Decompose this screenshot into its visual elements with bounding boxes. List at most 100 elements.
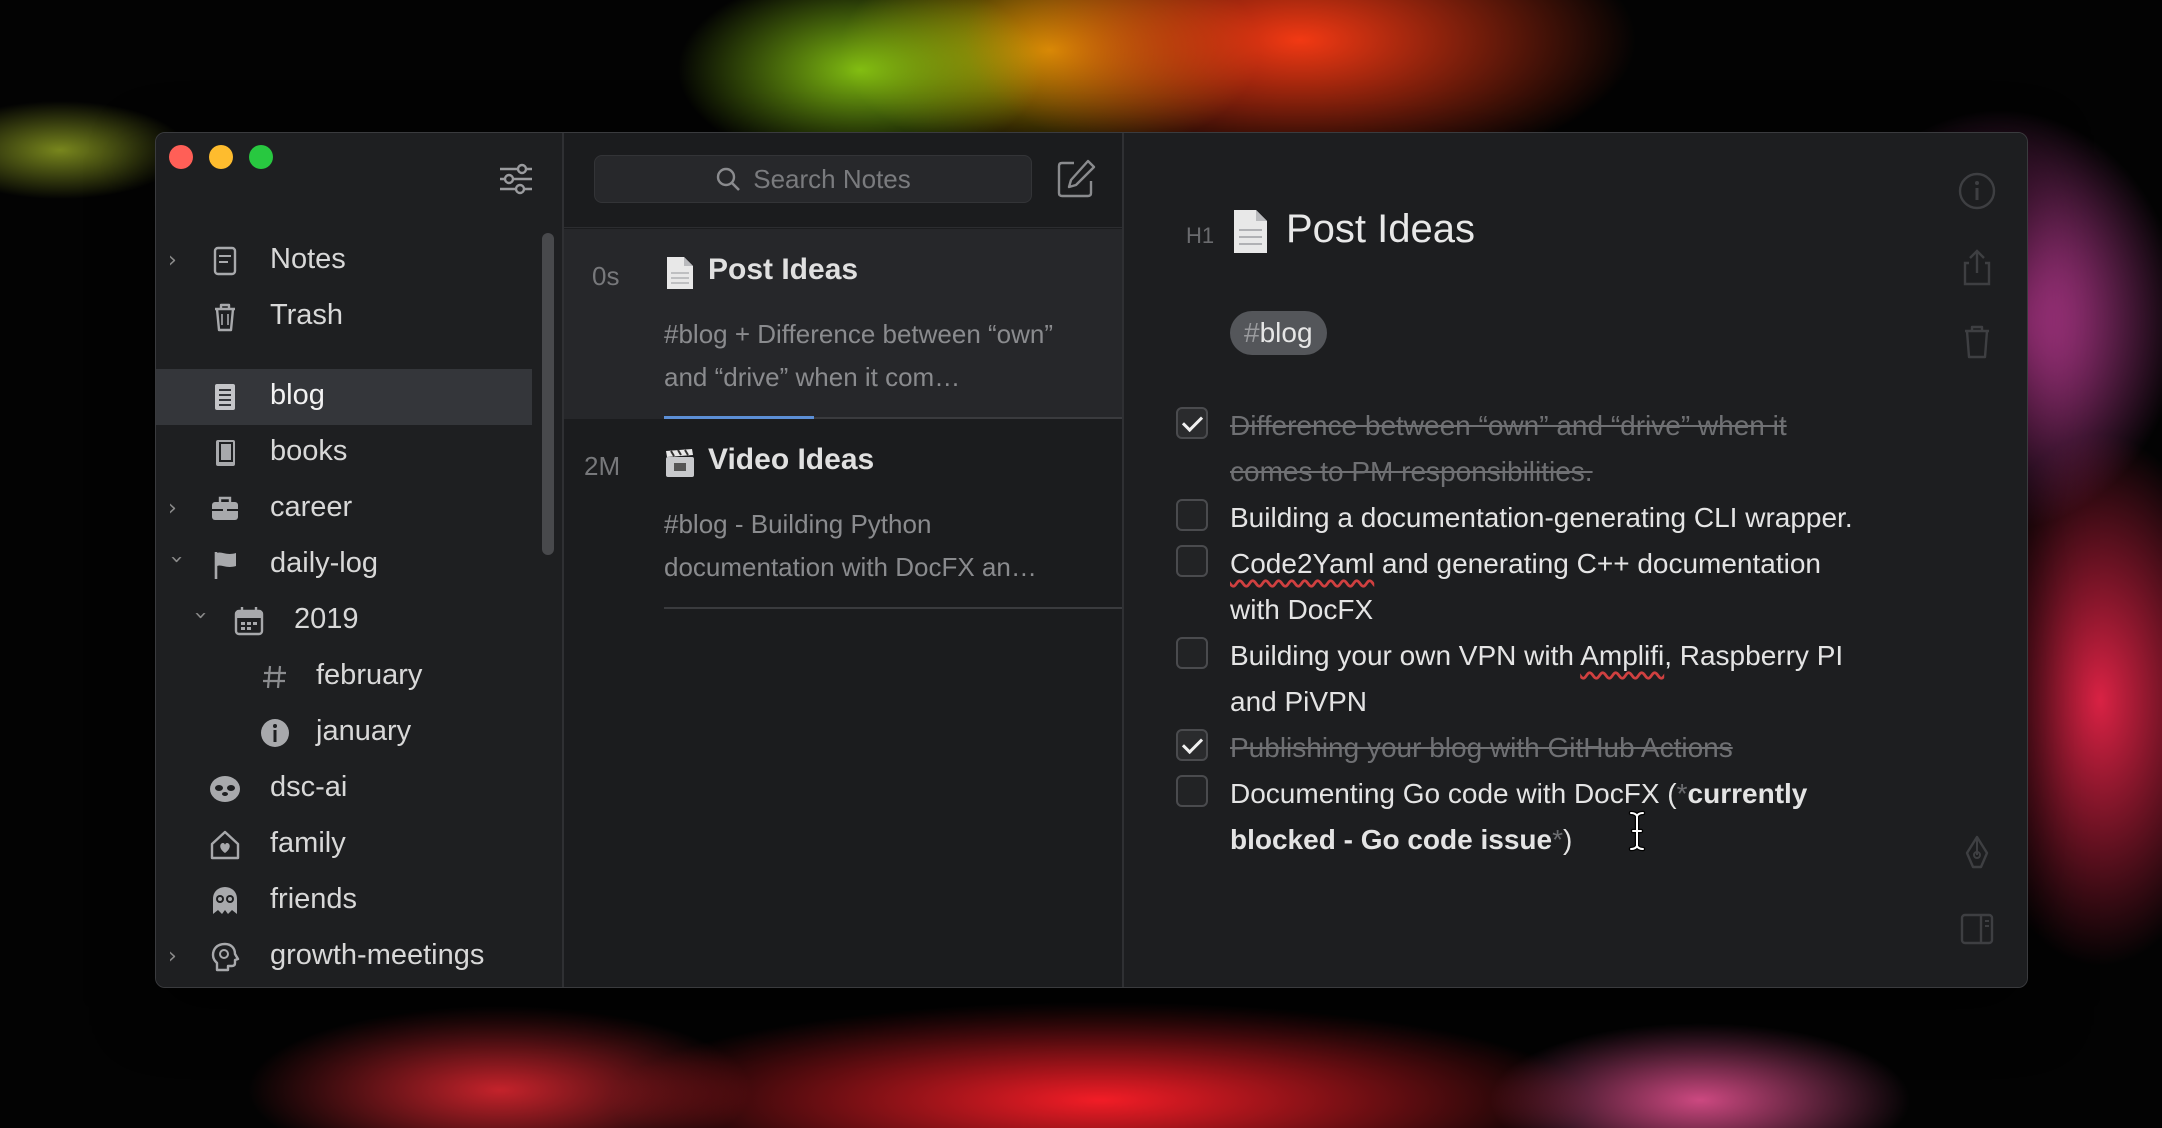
book-icon	[216, 440, 235, 466]
note-snippet: #blog - Building Python documentation wi…	[664, 509, 1037, 582]
tag-hash: #	[1244, 317, 1260, 348]
sidebar-item-label: dsc-ai	[270, 771, 348, 803]
chevron-right-icon[interactable]: ›	[168, 946, 188, 968]
share-icon[interactable]	[1957, 247, 1997, 287]
todo-text[interactable]: Building your own VPN with Amplifi, Rasp…	[1230, 633, 1870, 725]
sidebar-toggle-icon[interactable]	[1957, 909, 1997, 949]
info-icon[interactable]	[1957, 171, 1997, 211]
markdown-marker: *	[1676, 778, 1688, 809]
todo-checkbox[interactable]	[1176, 407, 1208, 439]
sidebar-item-label: friends	[270, 883, 358, 915]
misspelled-word: Code2Yaml	[1230, 548, 1375, 579]
search-placeholder: Search Notes	[753, 163, 911, 194]
sidebar-item-trash[interactable]: Trash	[156, 289, 532, 345]
todo-checkbox[interactable]	[1176, 637, 1208, 669]
note-title: Post Ideas	[708, 253, 859, 286]
note-snippet: #blog + Difference between “own” and “dr…	[664, 319, 1054, 392]
sidebar-item-blog[interactable]: blog	[156, 369, 532, 425]
sidebar-item-family[interactable]: family	[156, 817, 532, 873]
hashtag-icon	[263, 665, 286, 689]
brain-icon	[211, 942, 240, 972]
flag-icon	[214, 552, 236, 579]
todo-text[interactable]: Code2Yaml and generating C++ documentati…	[1230, 541, 1870, 633]
sidebar-item-friends[interactable]: friends	[156, 873, 532, 929]
sidebar-item-career[interactable]: › career	[156, 481, 532, 537]
note-age: 2M	[584, 451, 621, 481]
todo-text[interactable]: Publishing your blog with GitHub Actions	[1230, 725, 1910, 771]
sidebar-item-books[interactable]: books	[156, 425, 532, 481]
todo-checkbox[interactable]	[1176, 775, 1208, 807]
sidebar-item-label: 2019	[294, 603, 359, 635]
trash-icon	[215, 303, 235, 332]
todo-item: Publishing your blog with GitHub Actions	[1176, 725, 1896, 771]
note-editor[interactable]: H1 Post Ideas #blog Difference between “…	[1124, 133, 2027, 987]
chevron-down-icon[interactable]: ›	[164, 555, 189, 575]
sidebar-item-dsc-ai[interactable]: dsc-ai	[156, 761, 532, 817]
zoom-window-button[interactable]	[249, 145, 273, 169]
page-icon	[667, 257, 693, 289]
trash-icon[interactable]	[1957, 321, 1997, 361]
sidebar-item-2019[interactable]: › 2019	[156, 593, 532, 649]
todo-checkbox[interactable]	[1176, 545, 1208, 577]
sidebar-item-february[interactable]: february	[156, 649, 532, 705]
page-icon	[1234, 210, 1267, 253]
tag-name: blog	[1259, 317, 1313, 348]
list-divider	[564, 227, 1122, 228]
search-icon	[717, 167, 741, 191]
chevron-down-icon[interactable]: ›	[188, 611, 213, 631]
sidebar-item-label: Trash	[270, 299, 344, 331]
editor-toolbar	[1947, 133, 2007, 987]
sidebar-item-label: career	[270, 491, 353, 523]
bear-app-window: › Notes Trash blog books › career › dail…	[155, 132, 2028, 988]
todo-text-part: Documenting Go code with DocFX (	[1230, 778, 1677, 809]
briefcase-icon	[212, 496, 238, 520]
todo-text[interactable]: Difference between “own” and “drive” whe…	[1230, 403, 1820, 495]
misspelled-word: Amplifi	[1580, 640, 1665, 671]
sidebar-item-notes[interactable]: › Notes	[156, 233, 532, 289]
search-input[interactable]: Search Notes	[594, 155, 1032, 203]
sidebar-item-label: books	[270, 435, 348, 467]
sidebar-item-label: Notes	[270, 243, 346, 275]
sliders-icon[interactable]	[496, 159, 536, 199]
note-title: Video Ideas	[708, 443, 875, 476]
note-list-panel: Search Notes 0s Post Ideas #blog + Diffe…	[564, 133, 1124, 987]
sidebar-item-label: january	[316, 715, 412, 747]
compose-note-icon[interactable]	[1054, 157, 1098, 201]
sidebar-item-label: daily-log	[270, 547, 378, 579]
chevron-right-icon[interactable]: ›	[168, 250, 188, 272]
note-title-heading[interactable]: Post Ideas	[1286, 207, 1475, 252]
sidebar-item-label: february	[316, 659, 423, 691]
note-icon	[213, 246, 237, 276]
sidebar-item-label: blog	[270, 379, 325, 411]
pen-nib-icon[interactable]	[1957, 833, 1997, 873]
todo-checkbox[interactable]	[1176, 729, 1208, 761]
sidebar-scrollbar[interactable]	[542, 233, 554, 555]
home-heart-icon	[210, 830, 240, 860]
todo-item: Building your own VPN with Amplifi, Rasp…	[1176, 633, 1896, 725]
calendar-icon	[234, 607, 264, 636]
tag-pill-blog[interactable]: #blog	[1230, 311, 1327, 355]
sidebar-item-label: growth-meetings	[270, 939, 485, 971]
sidebar: › Notes Trash blog books › career › dail…	[156, 133, 564, 987]
todo-item: Documenting Go code with DocFX (*current…	[1176, 771, 1896, 863]
note-card-post-ideas[interactable]: 0s Post Ideas #blog + Difference between…	[564, 229, 1122, 419]
todo-item: Difference between “own” and “drive” whe…	[1176, 403, 1896, 495]
sidebar-item-january[interactable]: january	[156, 705, 532, 761]
sidebar-item-daily-log[interactable]: › daily-log	[156, 537, 532, 593]
sidebar-item-label: family	[270, 827, 346, 859]
markdown-marker: *	[1552, 824, 1563, 855]
sidebar-item-growth-meetings[interactable]: › growth-meetings	[156, 929, 532, 985]
note-age: 0s	[592, 261, 620, 291]
todo-text-part: )	[1563, 824, 1573, 855]
close-window-button[interactable]	[169, 145, 193, 169]
clapperboard-icon	[666, 449, 694, 477]
text-cursor-icon	[1628, 810, 1646, 852]
note-card-video-ideas[interactable]: 2M Video Ideas #blog - Building Python d…	[564, 419, 1122, 609]
chevron-right-icon[interactable]: ›	[168, 498, 188, 520]
minimize-window-button[interactable]	[209, 145, 233, 169]
todo-item: Code2Yaml and generating C++ documentati…	[1176, 541, 1896, 633]
todo-text[interactable]: Building a documentation-generating CLI …	[1230, 495, 1910, 541]
todo-text[interactable]: Documenting Go code with DocFX (*current…	[1230, 771, 1850, 863]
notebook-icon	[215, 384, 235, 410]
todo-checkbox[interactable]	[1176, 499, 1208, 531]
